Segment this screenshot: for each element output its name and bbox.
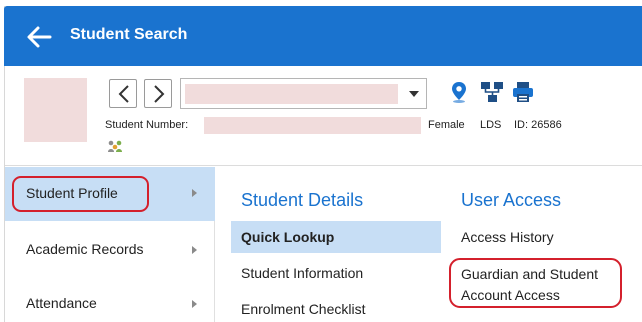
link-student-information[interactable]: Student Information <box>241 265 363 281</box>
chevron-right-small-icon <box>192 189 197 197</box>
back-button[interactable] <box>24 22 54 52</box>
page-title: Student Search <box>70 26 188 43</box>
org-chart-icon[interactable] <box>480 80 504 104</box>
highlight-annotation-ring <box>12 176 149 212</box>
next-student-button[interactable] <box>144 79 172 108</box>
link-quick-lookup[interactable]: Quick Lookup <box>231 221 441 253</box>
map-pin-icon[interactable] <box>447 80 471 104</box>
family-icon[interactable] <box>107 139 123 153</box>
back-arrow-icon <box>27 26 52 48</box>
student-program: LDS <box>480 119 502 131</box>
student-number-label: Student Number: <box>105 119 189 131</box>
link-access-history[interactable]: Access History <box>461 229 554 245</box>
highlight-annotation-ring <box>449 258 622 308</box>
previous-student-button[interactable] <box>109 79 137 108</box>
redacted-student-name <box>185 84 398 104</box>
menu-item-label: Attendance <box>26 295 97 311</box>
chevron-right-small-icon <box>192 300 197 308</box>
menu-item-label: Academic Records <box>26 241 144 257</box>
user-access-heading: User Access <box>461 190 562 210</box>
student-photo <box>24 78 87 142</box>
link-enrolment-checklist[interactable]: Enrolment Checklist <box>241 301 366 317</box>
link-label: Quick Lookup <box>241 229 335 245</box>
student-id: ID: 26586 <box>514 119 562 131</box>
student-bar: Student Number: Female LDS ID: 26586 <box>5 66 642 166</box>
redacted-student-number <box>204 117 421 134</box>
chevron-left-icon <box>118 85 129 103</box>
header-bar: Student Search <box>4 6 642 66</box>
student-gender: Female <box>428 119 465 131</box>
chevron-right-icon <box>154 85 165 103</box>
menu-item-academic-records[interactable]: Academic Records <box>5 221 215 275</box>
student-details-heading: Student Details <box>241 190 364 210</box>
caret-down-icon <box>409 91 419 97</box>
chevron-right-small-icon <box>192 246 197 254</box>
printer-icon[interactable] <box>511 80 535 104</box>
menu-item-attendance[interactable]: Attendance <box>5 275 215 322</box>
student-select-dropdown[interactable] <box>180 78 427 109</box>
